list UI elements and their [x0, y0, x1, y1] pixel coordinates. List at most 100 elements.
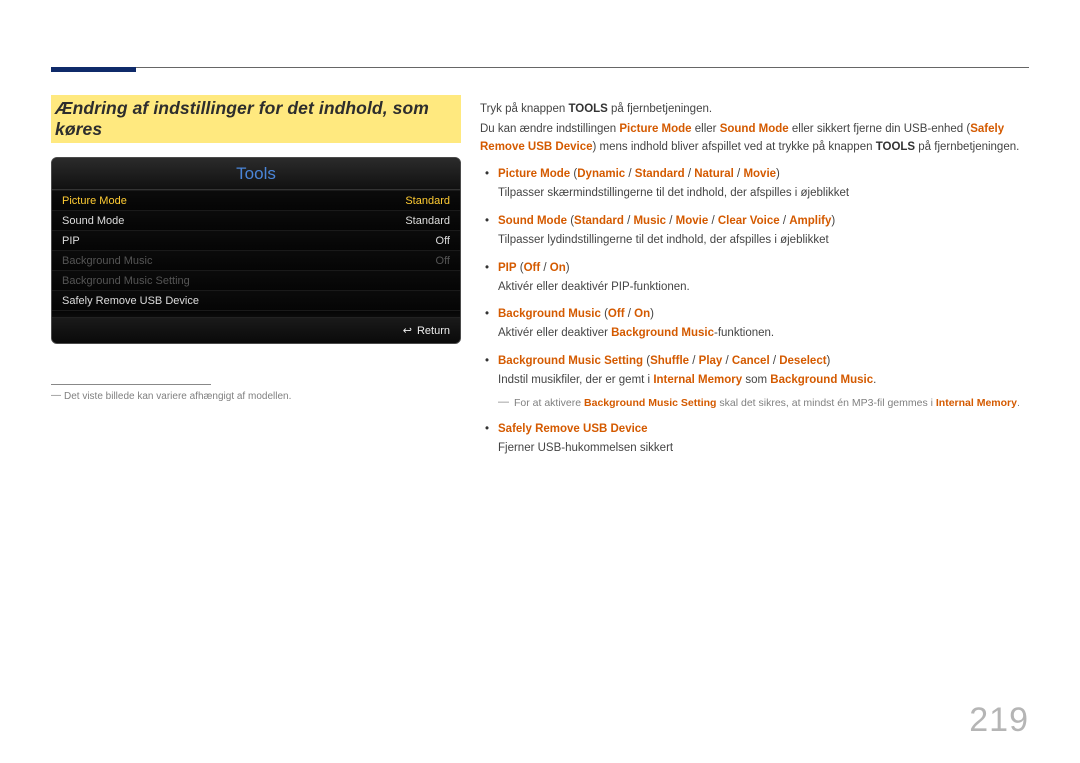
sep: /	[666, 215, 676, 227]
text: .	[873, 374, 876, 386]
text: eller sikkert fjerne din USB-enhed (	[789, 123, 971, 135]
tools-menu-item[interactable]: Safely Remove USB Device	[52, 290, 460, 310]
tools-footer[interactable]: ↩ Return	[52, 317, 460, 343]
opt: Natural	[694, 168, 734, 180]
opt: Standard	[574, 215, 624, 227]
menu-item-value: Off	[436, 235, 450, 247]
text: -funktionen.	[714, 327, 774, 339]
text: Indstil musikfiler, der er gemt i	[498, 374, 653, 386]
text: skal det sikres, at mindst én MP3-fil ge…	[716, 397, 935, 409]
opt: Clear Voice	[718, 215, 780, 227]
text: Tryk på knappen	[480, 103, 568, 115]
menu-item-label: Sound Mode	[62, 215, 124, 227]
item-title: Safely Remove USB Device	[498, 423, 648, 435]
top-tab-accent	[51, 67, 136, 72]
opt: Cancel	[732, 355, 770, 367]
opt: Movie	[676, 215, 709, 227]
item-background-music: Background Music (Off / On) Aktivér elle…	[480, 306, 1040, 343]
tools-menu-item[interactable]: Picture ModeStandard	[52, 190, 460, 210]
settings-list: Picture Mode ( Dynamic / Standard / Natur…	[480, 166, 1040, 457]
tools-keyword: TOOLS	[876, 141, 915, 153]
sep: /	[625, 168, 635, 180]
sep: /	[722, 355, 732, 367]
item-title: Sound Mode	[498, 215, 567, 227]
keyword: Background Music	[770, 374, 873, 386]
sep: /	[770, 355, 780, 367]
menu-item-label: Background Music	[62, 255, 153, 267]
opt: On	[550, 262, 566, 274]
picture-mode-keyword: Picture Mode	[619, 123, 691, 135]
tools-menu-item[interactable]: PIP Off	[52, 230, 460, 250]
tools-menu-item[interactable]: Background Music Setting	[52, 270, 460, 290]
paren: )	[831, 215, 835, 227]
item-subnote: For at aktivere Background Music Setting…	[498, 395, 1040, 411]
item-title: PIP	[498, 262, 517, 274]
tools-panel-title: Tools	[52, 158, 460, 190]
opt: Amplify	[789, 215, 831, 227]
item-picture-mode: Picture Mode (Dynamic / Standard / Natur…	[480, 166, 1040, 203]
return-label: Return	[417, 325, 450, 337]
return-icon: ↩	[403, 324, 412, 337]
text: som	[742, 374, 770, 386]
opt: On	[634, 308, 650, 320]
opt: Music	[633, 215, 666, 227]
menu-item-label: Safely Remove USB Device	[62, 295, 199, 307]
sound-mode-keyword: Sound Mode	[720, 123, 789, 135]
left-column: Ændring af indstillinger for det indhold…	[51, 95, 461, 402]
tools-panel: Tools Picture ModeStandard Sound Mode Stan…	[51, 157, 461, 344]
opt: Shuffle	[650, 355, 689, 367]
tools-menu-item[interactable]: Sound Mode Standard	[52, 210, 460, 230]
sep: /	[689, 355, 699, 367]
item-sound-mode: Sound Mode (Standard / Music / Movie / C…	[480, 213, 1040, 250]
opt: Play	[699, 355, 723, 367]
item-title: Background Music Setting	[498, 355, 643, 367]
text: .	[1017, 397, 1020, 409]
menu-item-value: Standard	[405, 195, 450, 207]
item-desc: Tilpasser lydindstillingerne til det ind…	[498, 232, 1040, 250]
opt: Dynamic	[577, 168, 625, 180]
paren: (	[517, 262, 524, 274]
sep: /	[780, 215, 790, 227]
footnote-rule	[51, 384, 211, 385]
section-heading: Ændring af indstillinger for det indhold…	[51, 95, 461, 143]
paren: (	[567, 215, 574, 227]
keyword: Internal Memory	[653, 374, 742, 386]
intro-line-2: Du kan ændre indstillingen Picture Mode …	[480, 121, 1040, 157]
right-column: Tryk på knappen TOOLS på fjernbetjeninge…	[480, 101, 1040, 457]
text: på fjernbetjeningen.	[915, 141, 1019, 153]
menu-item-label: Background Music Setting	[62, 275, 190, 287]
opt: Off	[524, 262, 541, 274]
item-desc: Fjerner USB-hukommelsen sikkert	[498, 440, 1040, 458]
paren: )	[650, 308, 654, 320]
item-title: Picture Mode	[498, 168, 570, 180]
opt: Deselect	[779, 355, 826, 367]
sep: /	[540, 262, 550, 274]
text: på fjernbetjeningen.	[608, 103, 712, 115]
keyword: Internal Memory	[936, 397, 1017, 409]
tools-keyword: TOOLS	[568, 103, 607, 115]
text: ) mens indhold bliver afspillet ved at t…	[593, 141, 876, 153]
text: For at aktivere	[514, 397, 584, 409]
item-safely-remove: Safely Remove USB Device Fjerner USB-huk…	[480, 421, 1040, 458]
paren: (	[601, 308, 608, 320]
paren: )	[827, 355, 831, 367]
footnote-text: Det viste billede kan variere afhængigt …	[64, 391, 291, 402]
item-title: Background Music	[498, 308, 601, 320]
opt: Movie	[743, 168, 776, 180]
menu-item-label: PIP	[62, 235, 80, 247]
item-desc: Aktivér eller deaktivér PIP-funktionen.	[498, 279, 1040, 297]
item-desc: Indstil musikfiler, der er gemt i Intern…	[498, 372, 1040, 390]
sep: /	[625, 308, 635, 320]
tools-menu-item[interactable]: Background Music Off	[52, 250, 460, 270]
text: Du kan ændre indstillingen	[480, 123, 619, 135]
paren: )	[776, 168, 780, 180]
menu-item-value: Standard	[405, 215, 450, 227]
intro-line-1: Tryk på knappen TOOLS på fjernbetjeninge…	[480, 101, 1040, 119]
image-footnote: ―Det viste billede kan variere afhængigt…	[51, 391, 461, 402]
opt: Standard	[635, 168, 685, 180]
sep: /	[685, 168, 695, 180]
sep: /	[708, 215, 718, 227]
menu-item-value: Off	[436, 255, 450, 267]
sep: /	[734, 168, 744, 180]
text: eller	[692, 123, 720, 135]
